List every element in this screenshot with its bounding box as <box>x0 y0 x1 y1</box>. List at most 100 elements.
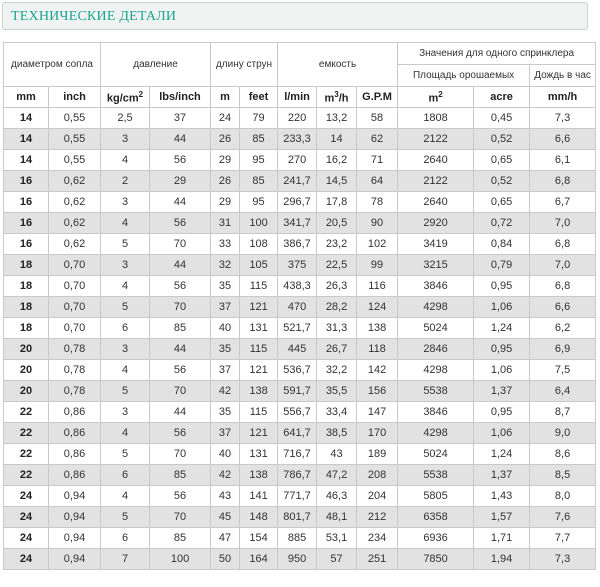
cell-flow-gpm: 170 <box>356 422 399 444</box>
table-row: 14 0,55 2,5 37 24 79 220 13,2 58 1808 0,45 7,3 <box>3 107 597 129</box>
cell-rain-mmh: 7,0 <box>529 254 597 276</box>
table-row: 24 0,94 6 85 47 154 885 53,1 234 6936 1,71 7,7 <box>3 527 597 549</box>
cell-flow-lmin: 270 <box>277 149 318 171</box>
cell-area-m2: 2640 <box>397 191 475 213</box>
table-row: 24 0,94 5 70 45 148 801,7 48,1 212 6358 1,57 7,6 <box>3 506 597 528</box>
cell-nozzle-mm: 20 <box>3 359 49 381</box>
cell-pressure-lbs: 70 <box>148 380 212 402</box>
header-units-row: mm inch kg/cm2 lbs/inch m feet l/min m3/… <box>3 86 597 108</box>
cell-flow-lmin: 233,3 <box>277 128 318 150</box>
cell-pressure-lbs: 85 <box>148 527 212 549</box>
cell-rain-mmh: 6,1 <box>529 149 597 171</box>
unit-l-min: l/min <box>277 86 318 108</box>
cell-area-m2: 2846 <box>397 338 475 360</box>
cell-area-m2: 6358 <box>397 506 475 528</box>
cell-jet-m: 37 <box>210 359 241 381</box>
cell-pressure-lbs: 37 <box>148 107 212 129</box>
cell-jet-m: 42 <box>210 464 241 486</box>
cell-jet-feet: 108 <box>239 233 279 255</box>
table-row: 20 0,78 5 70 42 138 591,7 35,5 156 5538 1,37 6,4 <box>3 380 597 402</box>
cell-nozzle-inch: 0,94 <box>48 548 101 570</box>
cell-flow-gpm: 116 <box>356 275 399 297</box>
cell-jet-m: 32 <box>210 254 241 276</box>
cell-flow-lmin: 885 <box>277 527 318 549</box>
cell-flow-lmin: 641,7 <box>277 422 318 444</box>
unit-kg-cm2: kg/cm2 <box>100 86 150 108</box>
cell-pressure-lbs: 44 <box>148 401 212 423</box>
cell-flow-m3h: 47,2 <box>316 464 358 486</box>
cell-area-acre: 1,37 <box>473 380 531 402</box>
table-row: 24 0,94 7 100 50 164 950 57 251 7850 1,94 7,3 <box>3 548 597 570</box>
cell-area-m2: 7850 <box>397 548 475 570</box>
cell-jet-m: 26 <box>210 128 241 150</box>
cell-rain-mmh: 9,0 <box>529 422 597 444</box>
cell-pressure-kgcm2: 6 <box>100 464 150 486</box>
cell-nozzle-inch: 0,86 <box>48 443 101 465</box>
cell-area-acre: 0,65 <box>473 191 531 213</box>
cell-rain-mmh: 7,5 <box>529 359 597 381</box>
cell-pressure-kgcm2: 3 <box>100 254 150 276</box>
cell-rain-mmh: 8,5 <box>529 464 597 486</box>
cell-flow-gpm: 204 <box>356 485 399 507</box>
cell-area-m2: 3846 <box>397 401 475 423</box>
cell-flow-gpm: 102 <box>356 233 399 255</box>
cell-flow-gpm: 147 <box>356 401 399 423</box>
cell-flow-lmin: 536,7 <box>277 359 318 381</box>
cell-flow-gpm: 234 <box>356 527 399 549</box>
table-row: 16 0,62 5 70 33 108 386,7 23,2 102 3419 0,84 6,8 <box>3 233 597 255</box>
cell-nozzle-mm: 14 <box>3 128 49 150</box>
cell-nozzle-mm: 18 <box>3 275 49 297</box>
cell-flow-m3h: 13,2 <box>316 107 358 129</box>
cell-flow-lmin: 950 <box>277 548 318 570</box>
cell-flow-lmin: 470 <box>277 296 318 318</box>
cell-area-m2: 5024 <box>397 317 475 339</box>
cell-pressure-lbs: 70 <box>148 296 212 318</box>
cell-flow-gpm: 78 <box>356 191 399 213</box>
cell-nozzle-inch: 0,78 <box>48 338 101 360</box>
cell-flow-m3h: 26,7 <box>316 338 358 360</box>
cell-area-m2: 4298 <box>397 422 475 444</box>
cell-rain-mmh: 6,7 <box>529 191 597 213</box>
cell-jet-feet: 138 <box>239 464 279 486</box>
cell-flow-gpm: 58 <box>356 107 399 129</box>
cell-nozzle-mm: 24 <box>3 506 49 528</box>
cell-pressure-kgcm2: 4 <box>100 149 150 171</box>
cell-pressure-lbs: 56 <box>148 422 212 444</box>
cell-pressure-lbs: 44 <box>148 191 212 213</box>
cell-jet-m: 24 <box>210 107 241 129</box>
cell-area-m2: 2640 <box>397 149 475 171</box>
table-row: 22 0,86 6 85 42 138 786,7 47,2 208 5538 1,37 8,5 <box>3 464 597 486</box>
cell-pressure-kgcm2: 4 <box>100 275 150 297</box>
header-rain-per-hour: Дождь в час <box>529 64 597 87</box>
cell-flow-m3h: 26,3 <box>316 275 358 297</box>
cell-jet-m: 29 <box>210 191 241 213</box>
cell-rain-mmh: 6,8 <box>529 170 597 192</box>
cell-area-acre: 1,24 <box>473 317 531 339</box>
table-row: 14 0,55 4 56 29 95 270 16,2 71 2640 0,65 6,1 <box>3 149 597 171</box>
cell-nozzle-mm: 18 <box>3 254 49 276</box>
cell-jet-m: 33 <box>210 233 241 255</box>
cell-pressure-lbs: 56 <box>148 149 212 171</box>
cell-area-m2: 5538 <box>397 464 475 486</box>
cell-nozzle-mm: 16 <box>3 233 49 255</box>
cell-area-m2: 2920 <box>397 212 475 234</box>
cell-jet-feet: 131 <box>239 317 279 339</box>
cell-nozzle-mm: 24 <box>3 527 49 549</box>
cell-rain-mmh: 8,0 <box>529 485 597 507</box>
cell-jet-m: 40 <box>210 443 241 465</box>
cell-nozzle-inch: 0,78 <box>48 380 101 402</box>
cell-flow-lmin: 786,7 <box>277 464 318 486</box>
cell-jet-m: 35 <box>210 275 241 297</box>
cell-jet-feet: 79 <box>239 107 279 129</box>
cell-pressure-kgcm2: 3 <box>100 191 150 213</box>
cell-jet-feet: 121 <box>239 422 279 444</box>
cell-area-acre: 1,06 <box>473 422 531 444</box>
unit-m3-h-suffix: /h <box>338 92 349 105</box>
specs-table: диаметром сопла давление длину струн емк… <box>3 42 597 570</box>
cell-nozzle-mm: 24 <box>3 485 49 507</box>
cell-area-acre: 1,24 <box>473 443 531 465</box>
cell-jet-feet: 131 <box>239 443 279 465</box>
table-row: 24 0,94 4 56 43 141 771,7 46,3 204 5805 1,43 8,0 <box>3 485 597 507</box>
cell-flow-lmin: 716,7 <box>277 443 318 465</box>
cell-nozzle-mm: 22 <box>3 401 49 423</box>
